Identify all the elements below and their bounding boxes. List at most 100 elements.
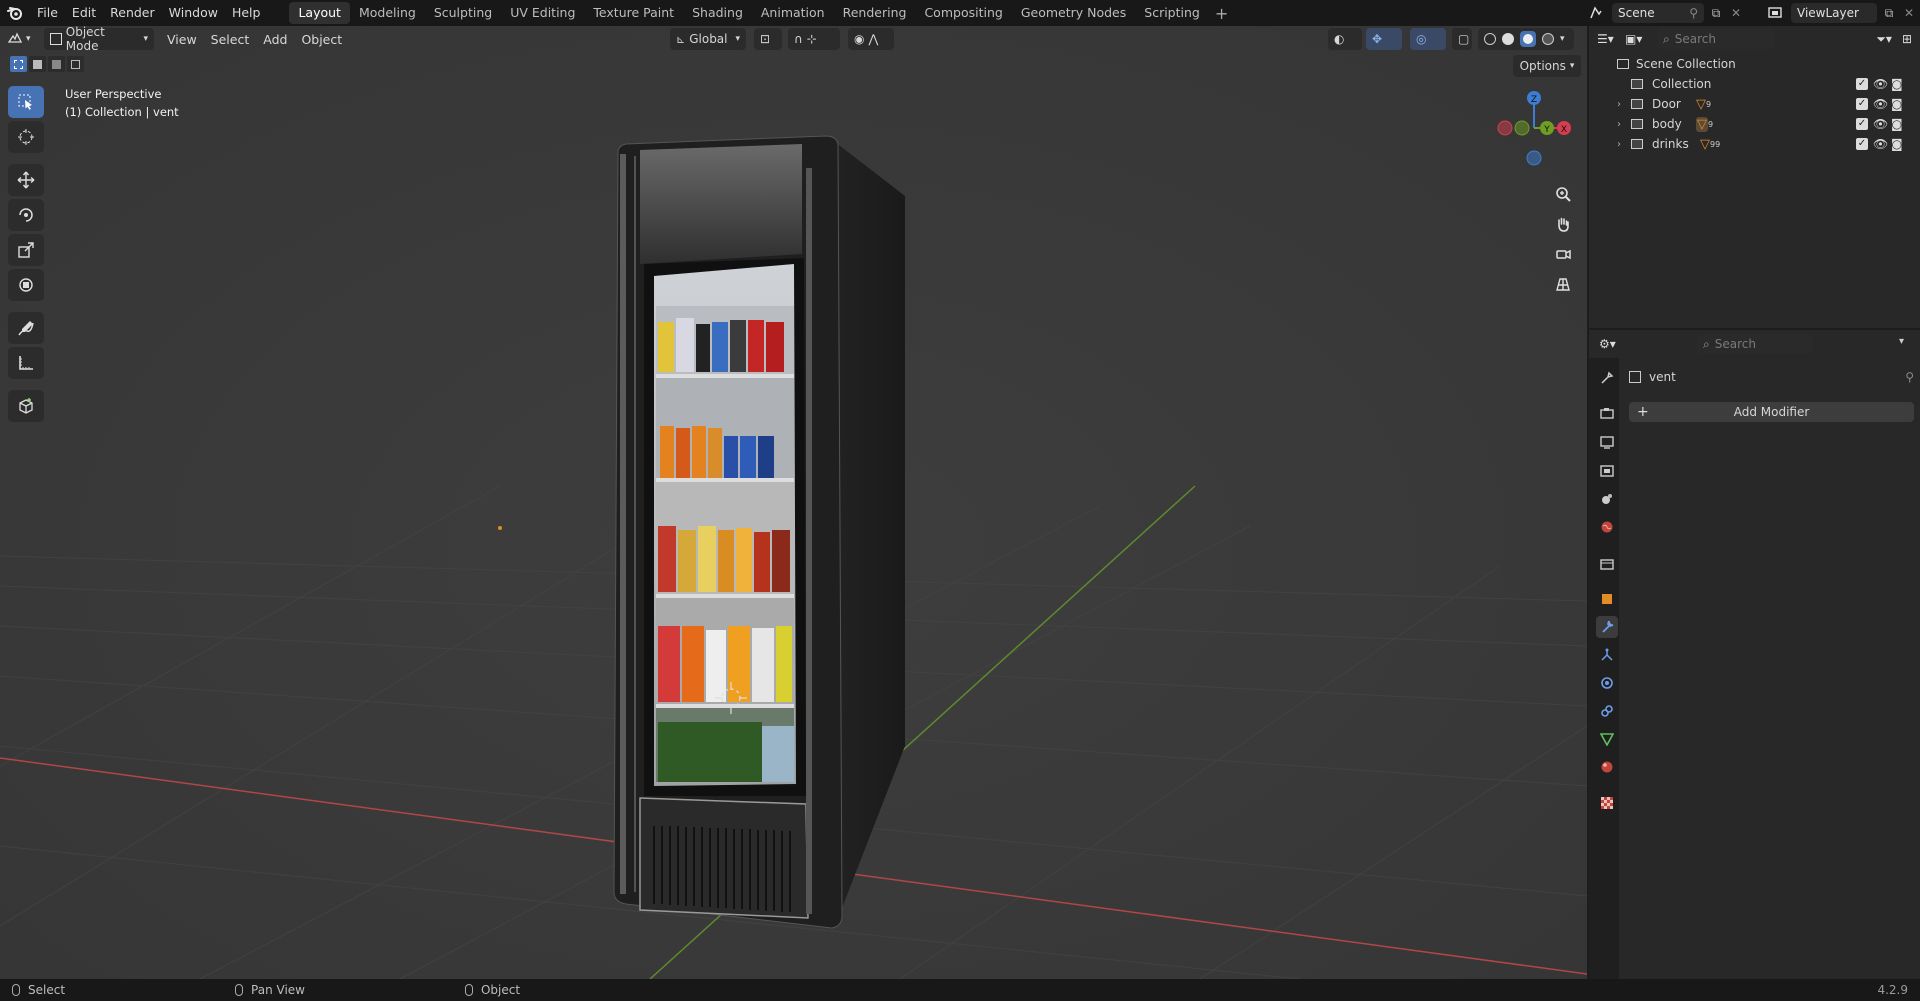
outliner-row-drinks[interactable]: › drinks ▽ 99 ✓ 👁 ◙: [1589, 134, 1920, 154]
menu-render[interactable]: Render: [103, 0, 162, 26]
navigation-gizmo[interactable]: Z X Y: [1492, 86, 1572, 166]
move-tool-icon[interactable]: [8, 164, 44, 196]
overlays-toggle[interactable]: ◎: [1410, 28, 1446, 50]
scene-icon[interactable]: [1583, 2, 1609, 24]
3d-viewport[interactable]: User Perspective (1) Collection | vent Z…: [0, 26, 1587, 979]
menu-window[interactable]: Window: [162, 0, 225, 26]
visibility-dropdown[interactable]: ◐: [1328, 28, 1362, 50]
select-intersect-icon[interactable]: [67, 56, 84, 72]
constraints-tab-icon[interactable]: [1596, 700, 1618, 722]
tab-compositing[interactable]: Compositing: [915, 2, 1011, 24]
menu-edit[interactable]: Edit: [65, 0, 103, 26]
pin-icon[interactable]: ⚲: [1905, 370, 1914, 384]
pan-hand-icon[interactable]: [1550, 211, 1576, 237]
cursor-tool-icon[interactable]: [8, 121, 44, 153]
ortho-grid-icon[interactable]: [1550, 271, 1576, 297]
add-workspace-icon[interactable]: +: [1215, 4, 1228, 23]
visibility-eye-icon[interactable]: 👁: [1873, 117, 1888, 131]
add-cube-tool-icon[interactable]: [8, 390, 44, 422]
menu-object[interactable]: Object: [294, 28, 349, 50]
tab-uv-editing[interactable]: UV Editing: [501, 2, 584, 24]
new-scene-icon[interactable]: ⧉: [1707, 6, 1725, 21]
measure-tool-icon[interactable]: [8, 347, 44, 379]
exclude-checkbox[interactable]: ✓: [1856, 138, 1868, 150]
select-extend-icon[interactable]: [29, 56, 46, 72]
shading-modes[interactable]: ▾: [1478, 28, 1574, 50]
tab-layout[interactable]: Layout: [289, 2, 350, 24]
menu-add[interactable]: Add: [256, 28, 294, 50]
exclude-checkbox[interactable]: ✓: [1856, 78, 1868, 90]
render-camera-icon[interactable]: ◙: [1891, 97, 1903, 111]
wireframe-shading-icon[interactable]: [1484, 33, 1496, 45]
select-box-tool-icon[interactable]: [8, 86, 44, 118]
object-mode-dropdown[interactable]: Object Mode ▾: [44, 25, 154, 53]
transform-orientation-dropdown[interactable]: ⊾ Global ▾: [670, 28, 746, 50]
options-dropdown[interactable]: Options ▾: [1513, 55, 1581, 77]
material-shading-icon[interactable]: [1520, 31, 1536, 47]
exclude-checkbox[interactable]: ✓: [1856, 118, 1868, 130]
view-layer-field[interactable]: ViewLayer: [1791, 3, 1877, 23]
tab-geometry-nodes[interactable]: Geometry Nodes: [1012, 2, 1135, 24]
outliner-search-input[interactable]: ⌕ Search: [1657, 29, 1775, 49]
view-layer-icon[interactable]: [1762, 2, 1788, 24]
expand-chevron-icon[interactable]: ›: [1617, 99, 1621, 110]
rotate-tool-icon[interactable]: [8, 199, 44, 231]
editor-type-button[interactable]: ▾: [0, 28, 40, 50]
physics-tab-icon[interactable]: [1596, 672, 1618, 694]
exclude-checkbox[interactable]: ✓: [1856, 98, 1868, 110]
proportional-editing[interactable]: ◉ ⋀: [848, 28, 894, 50]
tab-shading[interactable]: Shading: [683, 2, 752, 24]
pivot-point-dropdown[interactable]: ⊡: [754, 28, 782, 50]
visibility-eye-icon[interactable]: 👁: [1873, 77, 1888, 91]
tab-scripting[interactable]: Scripting: [1135, 2, 1209, 24]
modifier-tab-icon[interactable]: [1596, 616, 1618, 638]
properties-editor-type-icon[interactable]: ⚙▾: [1599, 337, 1639, 351]
menu-view[interactable]: View: [160, 28, 204, 50]
select-subtract-icon[interactable]: [48, 56, 65, 72]
tab-animation[interactable]: Animation: [752, 2, 834, 24]
texture-tab-icon[interactable]: [1596, 792, 1618, 814]
filter-icon[interactable]: ⏷▾: [1876, 32, 1892, 47]
menu-select[interactable]: Select: [204, 28, 257, 50]
expand-chevron-icon[interactable]: ›: [1617, 119, 1621, 130]
world-tab-icon[interactable]: [1596, 516, 1618, 538]
visibility-eye-icon[interactable]: 👁: [1873, 137, 1888, 151]
gizmo-toggle[interactable]: ✥: [1366, 28, 1402, 50]
render-camera-icon[interactable]: ◙: [1891, 137, 1903, 151]
pin-icon[interactable]: ⚲: [1689, 6, 1698, 20]
delete-scene-icon[interactable]: ✕: [1728, 6, 1744, 20]
outliner-row-door[interactable]: › Door ▽ 9 ✓ 👁 ◙: [1589, 94, 1920, 114]
properties-search-input[interactable]: ⌕ Search: [1697, 334, 1813, 354]
outliner-row-body[interactable]: › body ▽ 9 ✓ 👁 ◙: [1589, 114, 1920, 134]
view-layer-tab-icon[interactable]: [1596, 460, 1618, 482]
tab-texture-paint[interactable]: Texture Paint: [584, 2, 683, 24]
menu-file[interactable]: File: [30, 0, 65, 26]
new-collection-icon[interactable]: ⊞: [1902, 32, 1912, 46]
transform-tool-icon[interactable]: [8, 269, 44, 301]
select-new-icon[interactable]: [10, 56, 27, 72]
render-tab-icon[interactable]: [1596, 402, 1618, 424]
blender-logo-icon[interactable]: [0, 0, 30, 26]
tab-sculpting[interactable]: Sculpting: [425, 2, 501, 24]
object-tab-icon[interactable]: [1596, 588, 1618, 610]
delete-view-layer-icon[interactable]: ✕: [1901, 6, 1917, 20]
annotate-tool-icon[interactable]: [8, 312, 44, 344]
outliner-editor-type-icon[interactable]: ☰▾: [1597, 32, 1625, 46]
add-modifier-button[interactable]: + Add Modifier: [1629, 402, 1914, 422]
expand-chevron-icon[interactable]: ›: [1617, 139, 1621, 150]
render-camera-icon[interactable]: ◙: [1891, 117, 1903, 131]
rendered-shading-icon[interactable]: [1542, 33, 1554, 45]
properties-options-chevron-icon[interactable]: ▾: [1899, 336, 1904, 347]
tool-tab-icon[interactable]: [1596, 367, 1618, 389]
output-tab-icon[interactable]: [1596, 431, 1618, 453]
zoom-icon[interactable]: [1550, 181, 1576, 207]
xray-toggle[interactable]: ▢: [1452, 28, 1472, 50]
render-camera-icon[interactable]: ◙: [1891, 77, 1903, 91]
particles-tab-icon[interactable]: [1596, 644, 1618, 666]
display-mode-icon[interactable]: ▣▾: [1625, 32, 1653, 46]
outliner-row-scene-collection[interactable]: Scene Collection: [1589, 54, 1920, 74]
new-view-layer-icon[interactable]: ⧉: [1880, 6, 1898, 21]
solid-shading-icon[interactable]: [1502, 33, 1514, 45]
menu-help[interactable]: Help: [225, 0, 268, 26]
visibility-eye-icon[interactable]: 👁: [1873, 97, 1888, 111]
